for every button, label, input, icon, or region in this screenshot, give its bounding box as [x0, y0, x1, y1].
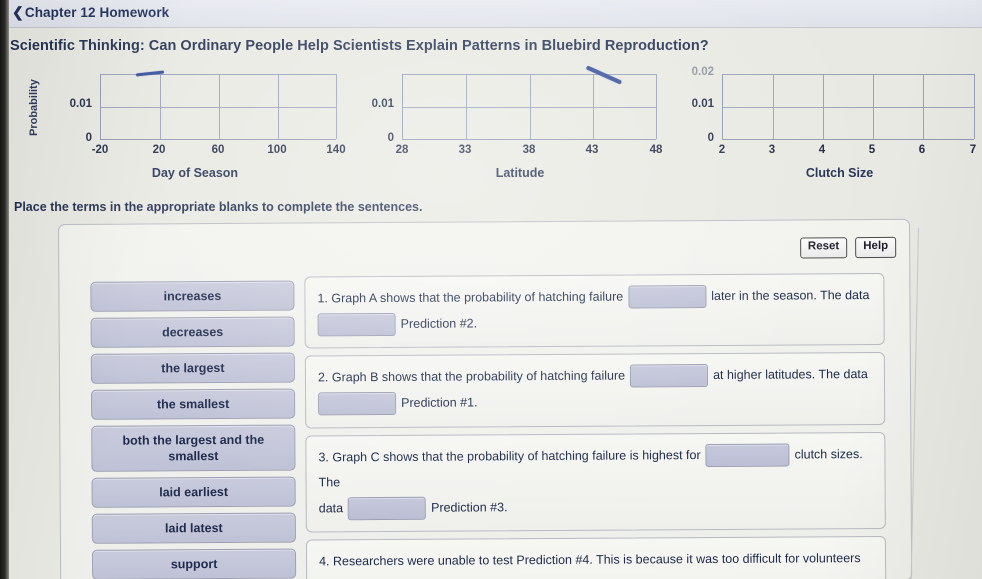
graph-c-ytick-0.01: 0.01 [691, 98, 714, 110]
graphs-strip: Probability 0.01 0 -20 20 60 100 140 Day… [0, 62, 982, 190]
sentence-card-3: 3. Graph C shows that the probability of… [305, 431, 886, 533]
graph-c-xtick: 7 [969, 144, 977, 156]
sentence-2-text-b: at higher latitudes. The data [713, 367, 868, 383]
sentence-2-text-c: Prediction #1. [401, 395, 478, 410]
graph-a: Probability 0.01 0 -20 20 60 100 140 Day… [28, 62, 346, 190]
page-title: Scientific Thinking: Can Ordinary People… [10, 38, 709, 54]
graph-a-gridline [160, 74, 161, 139]
graph-a-gridline [219, 74, 220, 139]
graph-c-midline [723, 106, 974, 108]
graph-b-ytick-0.01: 0.01 [371, 98, 394, 110]
sentence-1-text-b: later in the season. The data [711, 288, 870, 304]
sentence-1-blank-2[interactable] [317, 312, 396, 337]
graph-a-xlabel: Day of Season [151, 166, 239, 180]
sentence-list: 1. Graph A shows that the probability of… [304, 272, 887, 579]
sentence-1-blank-1[interactable] [628, 285, 707, 309]
graph-a-gridline [278, 74, 279, 139]
activity-panel-content: Reset Help increases decreases the large… [58, 219, 912, 579]
graph-c-ytick-0: 0 [707, 132, 714, 144]
graph-b-ytick-0: 0 [387, 132, 394, 144]
graph-b-xtick: 38 [522, 144, 536, 156]
graph-a-xtick: 100 [267, 144, 287, 156]
graph-a-ylabel: Probability [28, 79, 40, 136]
sentence-2-blank-1[interactable] [629, 364, 709, 388]
graph-c-plot [722, 74, 975, 140]
graph-c-xlabel: Clutch Size [805, 166, 874, 180]
app-header: ❮ Chapter 12 Homework [0, 0, 982, 28]
breadcrumb[interactable]: ❮ Chapter 12 Homework [12, 5, 170, 21]
graph-c: 0.02 0.01 0 2 3 4 5 6 7 Clutch Size [662, 62, 978, 190]
graph-a-xtick: 20 [152, 144, 166, 156]
term-support[interactable]: support [91, 548, 297, 579]
term-increases[interactable]: increases [90, 280, 295, 312]
graph-a-gridline [336, 74, 337, 139]
sentence-3-text-c: data [318, 501, 344, 516]
graph-c-top-frame [723, 74, 974, 75]
sentence-3-text-d: Prediction #3. [431, 500, 508, 515]
graph-b-xlabel: Latitude [495, 166, 545, 180]
sentence-1-text-a: 1. Graph A shows that the probability of… [317, 289, 624, 306]
graph-c-xtick: 6 [918, 144, 926, 156]
graph-c-gridline [773, 74, 774, 139]
graph-a-xtick: 60 [211, 144, 225, 156]
photo-left-edge [0, 0, 9, 579]
term-the-smallest[interactable]: the smallest [91, 388, 296, 420]
sentence-2-text-a: 2. Graph B shows that the probability of… [317, 368, 626, 385]
sentence-card-2: 2. Graph B shows that the probability of… [304, 352, 886, 428]
graph-c-gridline [923, 74, 924, 139]
graph-c-ytick-0.02: 0.02 [691, 66, 714, 78]
chevron-left-icon[interactable]: ❮ [12, 5, 24, 19]
screen-photo: ❮ Chapter 12 Homework Scientific Thinkin… [0, 0, 982, 579]
graph-b-xtick: 43 [585, 144, 599, 156]
graph-c-gridline [873, 74, 874, 139]
graph-b-gridline [530, 74, 531, 139]
graph-b-gridline [656, 74, 657, 139]
instruction-text: Place the terms in the appropriate blank… [14, 200, 423, 214]
sentence-card-1: 1. Graph A shows that the probability of… [304, 272, 885, 349]
graph-a-ytick-0.01: 0.01 [69, 98, 92, 110]
sentence-3-blank-2[interactable] [348, 496, 427, 521]
term-laid-earliest[interactable]: laid earliest [91, 476, 296, 508]
graph-b-plot [402, 65, 657, 140]
graph-b-xtick: 48 [649, 144, 663, 156]
graph-c-gridline [823, 74, 824, 139]
graph-b: 0.01 0 28 33 38 43 48 Latitude [340, 62, 662, 190]
word-bank: increases decreases the largest the smal… [90, 280, 297, 579]
graph-c-xtick: 4 [818, 144, 826, 156]
sentence-2-blank-2[interactable] [318, 392, 397, 416]
graph-c-xtick: 3 [768, 144, 776, 156]
graph-b-xtick: 28 [395, 144, 409, 156]
graph-a-plot [100, 70, 337, 140]
graph-c-xtick: 5 [868, 144, 876, 156]
breadcrumb-label: Chapter 12 Homework [24, 5, 170, 20]
graph-c-xtick: 2 [718, 144, 726, 156]
term-both-largest-and-smallest[interactable]: both the largest and the smallest [91, 424, 296, 472]
sentence-1-text-c: Prediction #2. [400, 316, 478, 331]
graph-b-gridline [593, 74, 594, 139]
page-edge-rule [910, 228, 919, 579]
graph-a-ytick-0: 0 [85, 132, 92, 144]
graph-a-xtick: -20 [91, 144, 109, 156]
sentence-3-text-a: 3. Graph C shows that the probability of… [318, 447, 701, 464]
graph-c-gridline [974, 74, 975, 139]
reset-button[interactable]: Reset [799, 237, 848, 258]
sentence-3-blank-1[interactable] [705, 443, 790, 467]
help-button[interactable]: Help [855, 236, 897, 258]
term-laid-latest[interactable]: laid latest [91, 512, 296, 544]
term-decreases[interactable]: decreases [90, 316, 295, 348]
graph-b-xtick: 33 [458, 144, 472, 156]
panel-tools: Reset Help [799, 236, 897, 258]
sentence-card-4: 4. Researchers were unable to test Predi… [305, 536, 887, 579]
graph-b-gridline [466, 74, 467, 139]
sentence-4-text-a: 4. Researchers were unable to test Predi… [319, 551, 861, 569]
term-the-largest[interactable]: the largest [90, 352, 295, 384]
